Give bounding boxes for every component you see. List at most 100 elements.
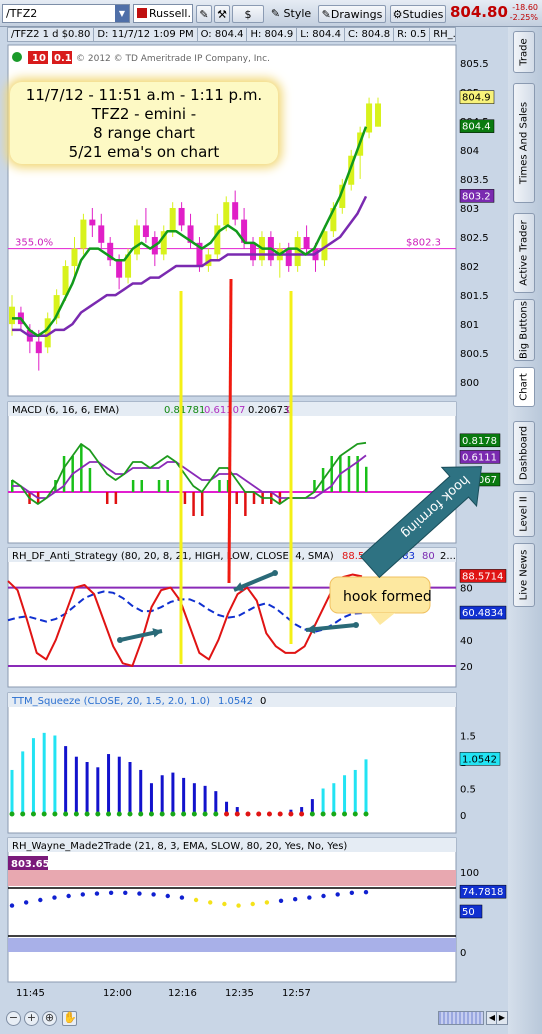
x-axis-label: 12:16 — [168, 988, 197, 999]
annotation-note[interactable]: 11/7/12 - 11:51 a.m - 1:11 p.m. TFZ2 - e… — [10, 82, 278, 164]
squeeze-bar — [128, 762, 132, 815]
squeeze-dot — [331, 811, 337, 817]
note-line-2: TFZ2 - emini - — [91, 105, 197, 123]
squeeze-dot — [148, 811, 154, 817]
zoom-region-icon[interactable]: ⊕ — [42, 1011, 57, 1026]
scroll-right-icon[interactable]: ▶ — [496, 1011, 508, 1025]
macd-hist-bar — [131, 480, 135, 492]
wayne-dot — [335, 892, 340, 897]
drawings-icon: ✎ — [321, 8, 331, 21]
squeeze-bar — [160, 775, 164, 815]
squeeze-bar — [364, 759, 368, 815]
red-marker-line — [227, 278, 233, 584]
squeeze-tag: 1.0542 — [462, 754, 497, 765]
squeeze-bar — [182, 777, 186, 815]
wayne-dot — [66, 893, 71, 899]
sidebar-tab-live-news[interactable]: Live News — [513, 543, 535, 607]
wayne-tick-label: 0 — [460, 948, 466, 959]
change-value: -18.60 — [512, 3, 538, 12]
sidebar-tab-active-trader[interactable]: Active Trader — [513, 213, 535, 293]
price-candle — [35, 341, 42, 354]
sidebar-tab-label: Big Buttons — [518, 301, 530, 359]
macd-hist-bar — [244, 492, 247, 516]
sidebar-tab-dashboard[interactable]: Dashboard — [513, 421, 535, 485]
squeeze-bar — [107, 754, 111, 815]
squeeze-dot — [41, 811, 47, 817]
squeeze-bar — [117, 756, 121, 815]
arrow-mid-tail — [272, 570, 278, 576]
sidebar-tab-times-and-sales[interactable]: Times And Sales — [513, 83, 535, 203]
wayne-dot — [307, 895, 312, 900]
price-candle — [133, 225, 140, 255]
squeeze-label: TTM_Squeeze (CLOSE, 20, 1.5, 2.0, 1.0) — [11, 696, 210, 707]
pan-hand-icon[interactable]: ✋ — [62, 1011, 77, 1026]
macd-hist-bar — [200, 492, 204, 516]
macd-hist-bar — [183, 492, 187, 504]
squeeze-dot — [256, 811, 262, 817]
symbol-input[interactable]: /TFZ2 ▼ — [2, 4, 130, 23]
sidebar-tab-label: Level II — [518, 496, 530, 532]
squeeze-bar — [149, 783, 153, 815]
squeeze-dot — [288, 811, 294, 817]
squeeze-bar — [10, 769, 14, 815]
price-candle — [375, 103, 381, 127]
wayne-tag-1: 74.7818 — [462, 887, 503, 898]
wrench-icon[interactable]: ⚒ — [214, 5, 230, 23]
squeeze-dot — [63, 811, 69, 817]
squeeze-dot — [245, 811, 251, 817]
price-tick-label: 800.5 — [460, 349, 489, 360]
price-candle — [232, 202, 239, 220]
symbol-group-selector[interactable]: Russell... — [133, 4, 193, 23]
wayne-dot — [264, 900, 270, 905]
squeeze-bar — [53, 735, 57, 815]
sidebar-tab-chart[interactable]: Chart — [513, 367, 535, 407]
wayne-dot — [123, 890, 128, 895]
sidebar-tab-label: Times And Sales — [518, 101, 530, 185]
price-tag-ema21: 803.2 — [462, 191, 491, 202]
drawing-tool-icon[interactable]: ✎ — [196, 5, 212, 23]
wayne-dot — [236, 903, 241, 908]
sidebar-tab-big-buttons[interactable]: Big Buttons — [513, 299, 535, 361]
squeeze-bar — [64, 746, 68, 815]
arrow-left-bottom-tail — [117, 637, 123, 643]
drawings-button[interactable]: ✎Drawings — [318, 5, 386, 23]
squeeze-dot — [309, 811, 315, 817]
studies-button[interactable]: ⚙Studies — [390, 5, 446, 23]
squeeze-dot — [213, 811, 219, 817]
x-axis-label: 12:57 — [282, 988, 311, 999]
style-button[interactable]: ✎ Style — [268, 5, 314, 23]
status-icon — [12, 52, 22, 62]
chevron-down-icon[interactable]: ▼ — [115, 5, 129, 22]
group-label: Russell... — [149, 7, 192, 20]
sidebar-tab-level-ii[interactable]: Level II — [513, 491, 535, 537]
price-change: -18.60 -2.25% — [500, 3, 538, 23]
squeeze-bar — [203, 785, 207, 815]
macd-hist-bar — [140, 480, 144, 492]
squeeze-dot — [277, 811, 283, 817]
macd-hist-bar — [166, 480, 169, 492]
squeeze-dot — [138, 811, 144, 817]
chart-svg[interactable]: 805.5805804.5804803.5803802.5802801.5801… — [0, 27, 508, 1003]
price-candle — [98, 225, 105, 243]
stoch-tick-label: 40 — [460, 636, 473, 647]
panel-wayne[interactable] — [7, 837, 457, 983]
style-icon: ✎ — [270, 7, 281, 20]
zoom-out-icon[interactable]: − — [6, 1011, 21, 1026]
symbol-text: /TFZ2 — [6, 7, 38, 20]
arrow-right-bottom-tail — [353, 622, 359, 628]
squeeze-dot — [202, 811, 208, 817]
price-pct-label: 355.0% — [15, 238, 53, 249]
wayne-upper-band — [8, 870, 456, 886]
price-candle — [71, 248, 78, 267]
x-axis-label: 12:00 — [103, 988, 132, 999]
sidebar-tab-trade[interactable]: Trade — [513, 31, 535, 73]
zoom-in-icon[interactable]: + — [24, 1011, 39, 1026]
sidebar-tab-label: Active Trader — [518, 220, 530, 286]
squeeze-dot — [224, 811, 230, 817]
wayne-dot — [80, 892, 86, 897]
macd-v2: 0.61107 — [204, 405, 245, 416]
dollar-button[interactable]: $ — [232, 5, 264, 23]
chart-scrollbar[interactable] — [438, 1011, 484, 1025]
price-tick-label: 804 — [460, 146, 479, 157]
wayne-dot — [250, 901, 255, 907]
